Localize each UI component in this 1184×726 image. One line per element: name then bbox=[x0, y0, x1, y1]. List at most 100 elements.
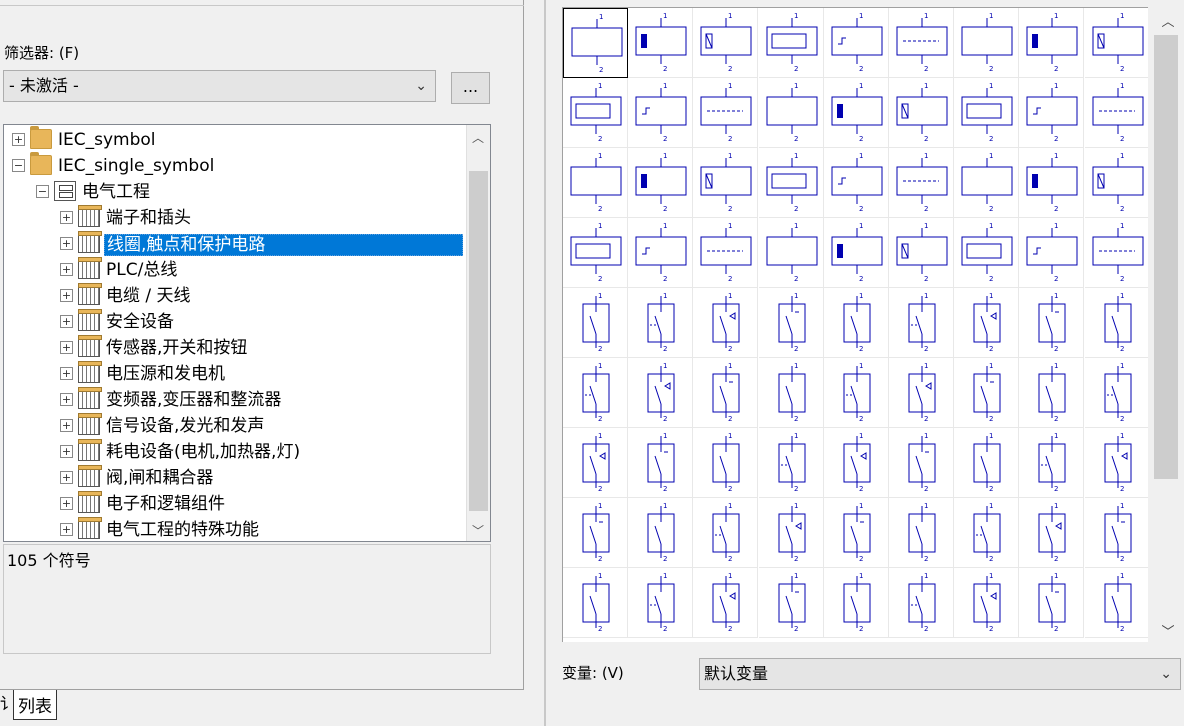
expand-icon[interactable]: + bbox=[60, 263, 73, 276]
symbol-cell[interactable]: 12 bbox=[1085, 428, 1148, 498]
symbol-cell[interactable]: 12 bbox=[954, 428, 1019, 498]
symbol-cell[interactable]: 12 bbox=[889, 428, 954, 498]
symbol-cell[interactable]: 12 bbox=[1085, 288, 1148, 358]
symbol-cell[interactable]: 12 bbox=[628, 218, 693, 288]
symbol-cell[interactable]: 12 bbox=[824, 8, 889, 78]
expand-icon[interactable]: + bbox=[60, 367, 73, 380]
variant-dropdown[interactable]: 默认变量 ⌄ bbox=[699, 658, 1181, 690]
symbol-cell[interactable]: 12 bbox=[824, 568, 889, 638]
tree-scrollbar[interactable]: ︿ ﹀ bbox=[466, 125, 490, 541]
expand-icon[interactable]: + bbox=[60, 393, 73, 406]
symbol-cell[interactable]: 12 bbox=[628, 148, 693, 218]
tree-node[interactable]: + 耗电设备(电机,加热器,灯) bbox=[4, 439, 464, 465]
symbol-cell[interactable]: 12 bbox=[563, 498, 628, 568]
tree-node[interactable]: + PLC/总线 bbox=[4, 257, 464, 283]
scroll-down-icon[interactable]: ﹀ bbox=[1154, 621, 1182, 640]
grid-scroll-thumb[interactable] bbox=[1154, 35, 1178, 479]
symbol-cell[interactable]: 12 bbox=[693, 8, 758, 78]
symbol-cell[interactable]: 12 bbox=[693, 148, 758, 218]
tree-node[interactable]: + 安全设备 bbox=[4, 309, 464, 335]
symbol-cell[interactable]: 12 bbox=[954, 148, 1019, 218]
symbol-cell[interactable]: 12 bbox=[563, 428, 628, 498]
symbol-cell[interactable]: 12 bbox=[693, 498, 758, 568]
symbol-cell[interactable]: 12 bbox=[824, 498, 889, 568]
symbol-cell[interactable]: 12 bbox=[759, 498, 824, 568]
symbol-cell[interactable]: 12 bbox=[824, 148, 889, 218]
symbol-cell[interactable]: 12 bbox=[889, 148, 954, 218]
tree-node[interactable]: + IEC_symbol bbox=[4, 126, 464, 153]
tree-node[interactable]: + 电缆 / 天线 bbox=[4, 283, 464, 309]
tree-node[interactable]: + 变频器,变压器和整流器 bbox=[4, 387, 464, 413]
symbol-cell[interactable]: 12 bbox=[954, 498, 1019, 568]
symbol-cell[interactable]: 12 bbox=[889, 358, 954, 428]
symbol-cell[interactable]: 12 bbox=[824, 288, 889, 358]
scroll-up-icon[interactable]: ︿ bbox=[1154, 11, 1182, 30]
grid-scrollbar[interactable]: ︿ ﹀ bbox=[1154, 7, 1182, 642]
symbol-cell[interactable]: 12 bbox=[1019, 568, 1084, 638]
tree-node[interactable]: + 线圈,触点和保护电路 bbox=[4, 231, 464, 257]
expand-icon[interactable]: + bbox=[60, 341, 73, 354]
symbol-cell[interactable]: 12 bbox=[759, 358, 824, 428]
symbol-cell[interactable]: 12 bbox=[759, 288, 824, 358]
expand-icon[interactable]: + bbox=[60, 471, 73, 484]
symbol-cell[interactable]: 12 bbox=[1085, 218, 1148, 288]
symbol-cell[interactable]: 12 bbox=[759, 148, 824, 218]
scroll-up-icon[interactable]: ︿ bbox=[467, 129, 489, 146]
tree-node[interactable]: − IEC_single_symbol bbox=[4, 152, 464, 179]
symbol-cell[interactable]: 12 bbox=[563, 218, 628, 288]
symbol-cell[interactable]: 12 bbox=[628, 8, 693, 78]
symbol-cell[interactable]: 12 bbox=[824, 358, 889, 428]
symbol-cell[interactable]: 12 bbox=[1085, 358, 1148, 428]
symbol-cell[interactable]: 12 bbox=[954, 568, 1019, 638]
symbol-cell[interactable]: 12 bbox=[628, 288, 693, 358]
expand-icon[interactable]: + bbox=[60, 419, 73, 432]
expand-icon[interactable]: + bbox=[60, 523, 73, 536]
expand-icon[interactable]: + bbox=[60, 289, 73, 302]
symbol-cell[interactable]: 12 bbox=[563, 288, 628, 358]
symbol-cell[interactable]: 12 bbox=[824, 78, 889, 148]
symbol-cell[interactable]: 12 bbox=[693, 218, 758, 288]
tree-node[interactable]: − 电气工程 bbox=[4, 179, 464, 205]
symbol-cell[interactable]: 12 bbox=[1085, 78, 1148, 148]
expand-icon[interactable]: + bbox=[60, 237, 73, 250]
symbol-cell[interactable]: 12 bbox=[954, 358, 1019, 428]
expand-icon[interactable]: + bbox=[60, 445, 73, 458]
symbol-cell[interactable]: 12 bbox=[824, 428, 889, 498]
symbol-cell[interactable]: 12 bbox=[759, 218, 824, 288]
symbol-cell[interactable]: 12 bbox=[693, 78, 758, 148]
symbol-cell[interactable]: 12 bbox=[1085, 8, 1148, 78]
symbol-cell[interactable]: 12 bbox=[563, 568, 628, 638]
symbol-cell[interactable]: 12 bbox=[628, 78, 693, 148]
symbol-cell[interactable]: 12 bbox=[628, 358, 693, 428]
expand-icon[interactable]: + bbox=[60, 497, 73, 510]
panel-splitter[interactable] bbox=[544, 0, 546, 726]
symbol-cell[interactable]: 12 bbox=[563, 148, 628, 218]
expand-icon[interactable]: + bbox=[60, 211, 73, 224]
symbol-cell[interactable]: 12 bbox=[693, 568, 758, 638]
symbol-cell[interactable]: 12 bbox=[889, 498, 954, 568]
symbol-cell[interactable]: 12 bbox=[824, 218, 889, 288]
symbol-cell[interactable]: 12 bbox=[693, 288, 758, 358]
tree-node[interactable]: + 电子和逻辑组件 bbox=[4, 491, 464, 517]
symbol-cell[interactable]: 12 bbox=[563, 358, 628, 428]
tree-node[interactable]: + 信号设备,发光和发声 bbox=[4, 413, 464, 439]
symbol-cell[interactable]: 12 bbox=[954, 218, 1019, 288]
symbol-cell[interactable]: 12 bbox=[1019, 288, 1084, 358]
tree-node[interactable]: + 传感器,开关和按钮 bbox=[4, 335, 464, 361]
symbol-cell[interactable]: 12 bbox=[759, 78, 824, 148]
symbol-cell[interactable]: 12 bbox=[1019, 148, 1084, 218]
expand-icon[interactable]: + bbox=[12, 133, 25, 146]
symbol-cell[interactable]: 12 bbox=[954, 288, 1019, 358]
symbol-cell[interactable]: 12 bbox=[1019, 78, 1084, 148]
tab-list[interactable]: 列表 bbox=[13, 690, 57, 720]
tree-node[interactable]: + 电压源和发电机 bbox=[4, 361, 464, 387]
symbol-cell[interactable]: 12 bbox=[693, 428, 758, 498]
symbol-cell[interactable]: 12 bbox=[759, 428, 824, 498]
symbol-cell[interactable]: 12 bbox=[1085, 498, 1148, 568]
symbol-cell[interactable]: 12 bbox=[889, 288, 954, 358]
symbol-cell[interactable]: 12 bbox=[889, 78, 954, 148]
symbol-cell[interactable]: 12 bbox=[1019, 498, 1084, 568]
symbol-cell[interactable]: 12 bbox=[1019, 218, 1084, 288]
tree-scroll-thumb[interactable] bbox=[469, 171, 488, 511]
filter-more-button[interactable]: ... bbox=[451, 72, 490, 104]
